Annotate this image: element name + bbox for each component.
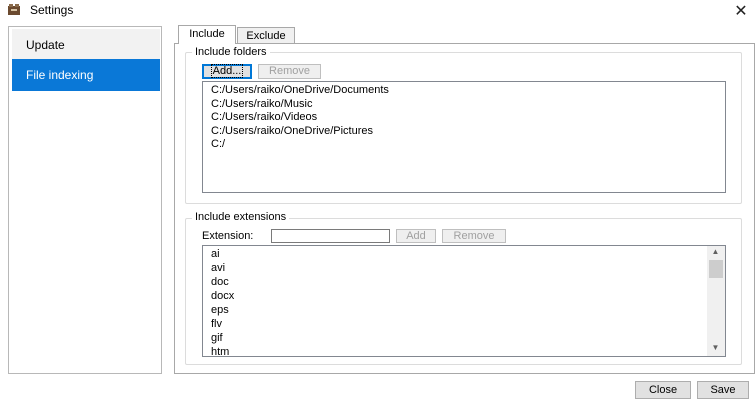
list-item[interactable]: C:/Users/raiko/Music (211, 98, 312, 110)
button-label: Add... (210, 64, 244, 78)
close-icon[interactable]: ✕ (733, 1, 749, 21)
chevron-down-icon[interactable]: ▼ (707, 343, 724, 352)
sidebar-item-update[interactable]: Update (12, 29, 160, 61)
title-bar: Settings ✕ (0, 0, 755, 22)
extensions-scrollbar[interactable]: ▲ ▼ (707, 246, 725, 356)
sidebar-item-label: Update (26, 38, 65, 52)
include-folders-label: Include folders (192, 46, 270, 58)
scroll-thumb[interactable] (709, 260, 723, 278)
tab-label: Include (189, 28, 225, 40)
add-extension-button[interactable]: Add (396, 229, 436, 243)
app-icon (8, 4, 20, 15)
list-item[interactable]: ai (211, 248, 220, 260)
folders-list[interactable]: C:/Users/raiko/OneDrive/Documents C:/Use… (202, 81, 726, 193)
list-item[interactable]: doc (211, 276, 229, 288)
remove-folder-button[interactable]: Remove (258, 64, 321, 79)
window-title: Settings (30, 3, 74, 17)
button-label: Add (406, 229, 426, 242)
sidebar-item-file-indexing[interactable]: File indexing (12, 59, 160, 91)
button-label: Close (648, 384, 678, 396)
save-button[interactable]: Save (697, 381, 749, 399)
list-item[interactable]: C:/ (211, 138, 225, 150)
chevron-up-icon[interactable]: ▲ (707, 247, 724, 256)
list-item[interactable]: htm (211, 346, 229, 358)
tab-label: Exclude (246, 30, 286, 42)
list-item[interactable]: avi (211, 262, 225, 274)
remove-extension-button[interactable]: Remove (442, 229, 506, 243)
list-item[interactable]: docx (211, 290, 234, 302)
button-label: Remove (453, 229, 495, 242)
button-label: Save (710, 384, 736, 396)
extension-input[interactable] (271, 229, 390, 243)
extension-label: Extension: (202, 230, 254, 242)
sidebar: Update File indexing (8, 26, 162, 374)
list-item[interactable]: eps (211, 304, 229, 316)
list-item[interactable]: C:/Users/raiko/OneDrive/Pictures (211, 125, 373, 137)
button-label: Remove (269, 65, 310, 77)
list-item[interactable]: C:/Users/raiko/OneDrive/Documents (211, 84, 389, 96)
list-item[interactable]: gif (211, 332, 223, 344)
extensions-list[interactable]: ai avi doc docx eps flv gif htm ▲ ▼ (202, 245, 726, 358)
add-folder-button[interactable]: Add... (202, 64, 252, 79)
list-item[interactable]: C:/Users/raiko/Videos (211, 111, 317, 123)
list-item[interactable]: flv (211, 318, 222, 330)
close-button[interactable]: Close (635, 381, 691, 399)
sidebar-item-label: File indexing (26, 68, 94, 82)
include-extensions-label: Include extensions (192, 211, 290, 223)
tab-include[interactable]: Include (178, 25, 236, 44)
